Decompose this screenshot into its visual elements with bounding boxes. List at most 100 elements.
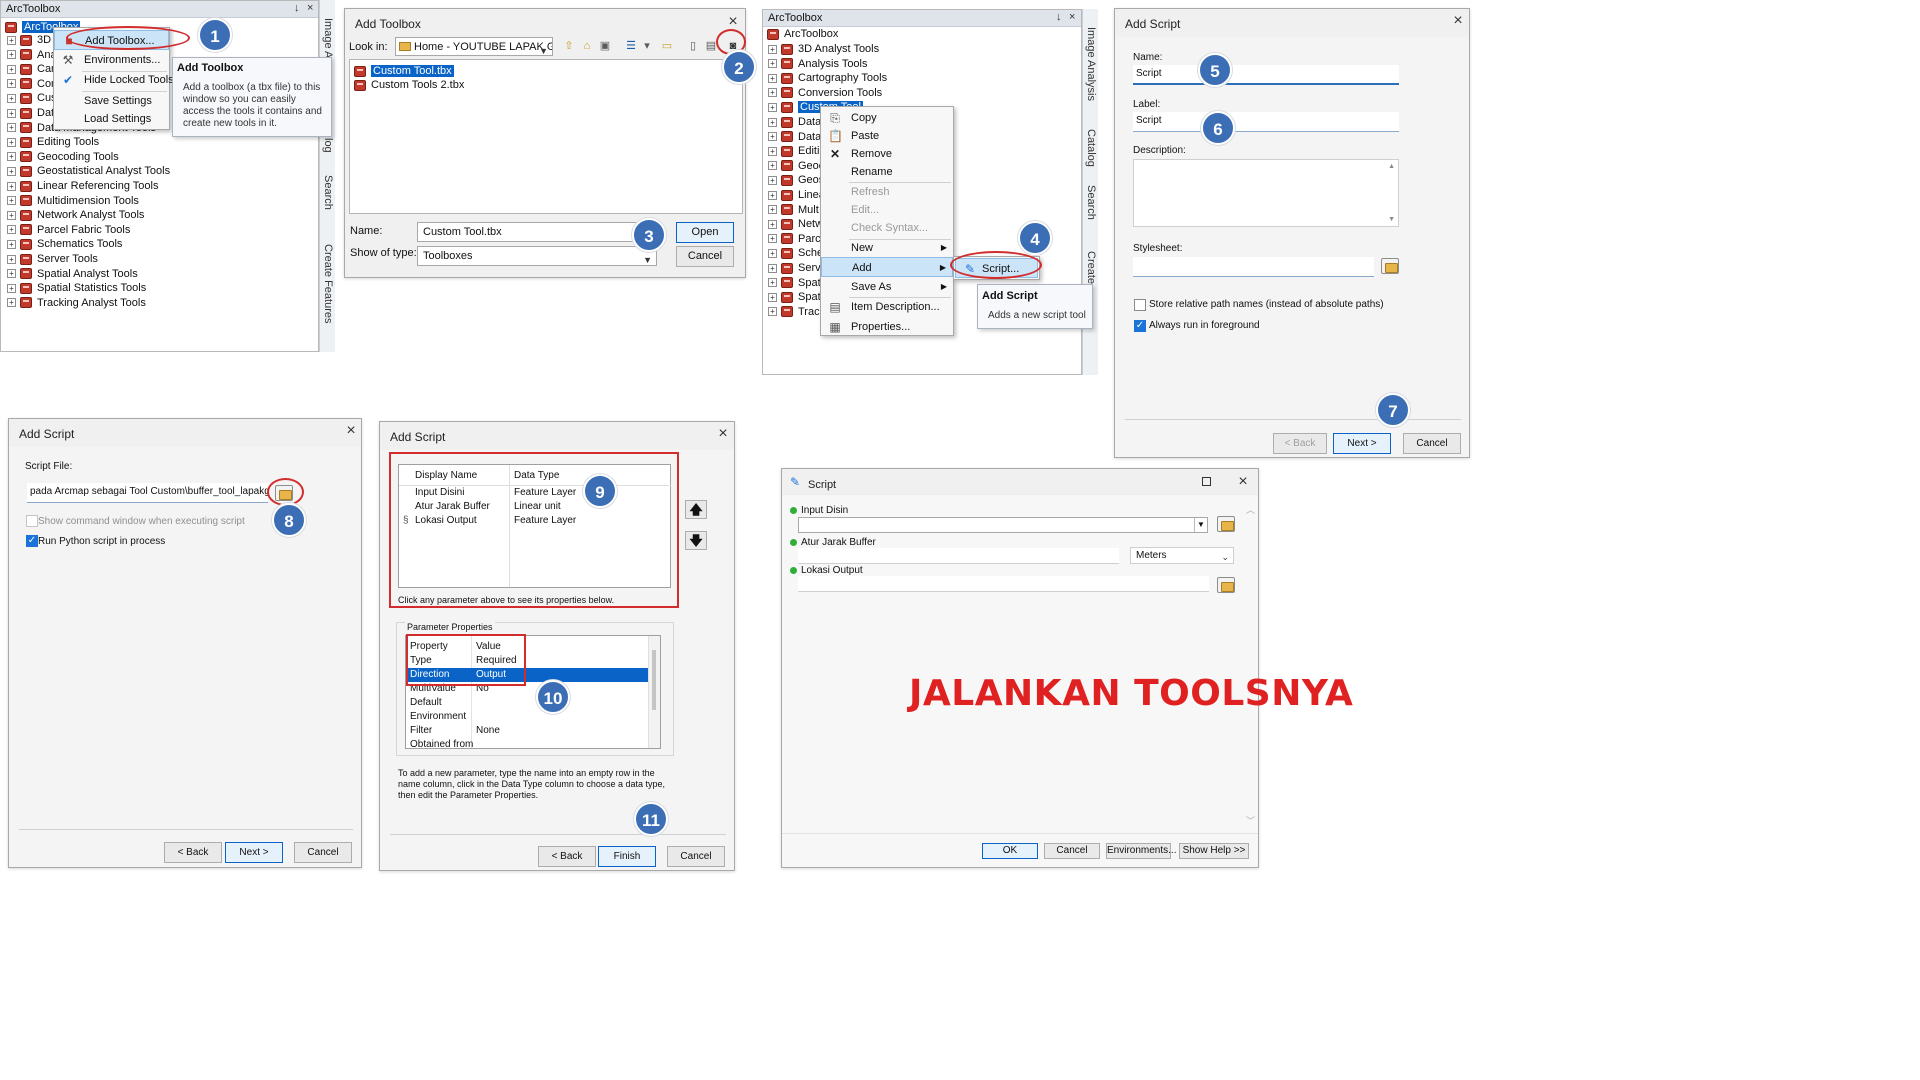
tab-create[interactable]: Create: [1085, 251, 1097, 284]
menu-new[interactable]: New ▶: [821, 238, 953, 258]
expand-icon[interactable]: +: [7, 196, 16, 206]
tab-image-analysis[interactable]: Image Analysis: [1085, 27, 1097, 101]
expand-icon[interactable]: +: [7, 239, 16, 249]
properties-scrollbar[interactable]: [648, 636, 660, 748]
close-icon[interactable]: ×: [307, 2, 313, 14]
expand-icon[interactable]: +: [7, 210, 16, 220]
expand-icon[interactable]: +: [768, 117, 777, 127]
close-icon[interactable]: ×: [714, 425, 732, 443]
expand-icon[interactable]: +: [768, 132, 777, 142]
expand-icon[interactable]: +: [768, 205, 777, 215]
expand-icon[interactable]: +: [7, 108, 16, 118]
expand-icon[interactable]: +: [768, 190, 777, 200]
back-button[interactable]: < Back: [1273, 433, 1327, 454]
output-location-input[interactable]: [798, 576, 1209, 592]
tab-search[interactable]: Search: [322, 175, 334, 210]
expand-icon[interactable]: +: [7, 79, 16, 89]
expand-icon[interactable]: +: [7, 225, 16, 235]
delete-icon[interactable]: ▯: [685, 39, 701, 53]
expand-icon[interactable]: +: [7, 35, 16, 45]
new-folder-icon[interactable]: ▭: [659, 39, 675, 53]
scroll-down-icon[interactable]: ▼: [1388, 216, 1395, 223]
expand-icon[interactable]: +: [7, 152, 16, 162]
menu-hide-locked-tools[interactable]: ✔ Hide Locked Tools: [54, 70, 174, 90]
menu-paste[interactable]: 📋 Paste: [821, 126, 953, 146]
expand-icon[interactable]: +: [768, 278, 777, 288]
expand-icon[interactable]: +: [768, 161, 777, 171]
expand-icon[interactable]: +: [768, 44, 777, 54]
script-file-input[interactable]: pada Arcmap sebagai Tool Custom\buffer_t…: [27, 483, 268, 503]
menu-load-settings[interactable]: Load Settings: [54, 109, 169, 129]
menu-properties[interactable]: ▦ Properties...: [821, 317, 953, 337]
dialog-scrollbar[interactable]: ︿ ﹀: [1245, 501, 1257, 829]
home-icon[interactable]: ⌂: [579, 39, 595, 53]
scroll-down-icon[interactable]: ﹀: [1246, 814, 1255, 827]
expand-icon[interactable]: +: [768, 73, 777, 83]
expand-icon[interactable]: +: [768, 307, 777, 317]
browse-folder-icon[interactable]: [1381, 258, 1399, 274]
pin-icon[interactable]: ↓: [1056, 11, 1062, 23]
menu-environments[interactable]: ⚒ Environments...: [54, 50, 169, 70]
expand-icon[interactable]: +: [768, 263, 777, 273]
name-input[interactable]: Custom Tool.tbx: [417, 222, 657, 242]
input-layer-dropdown[interactable]: ▼: [798, 517, 1208, 533]
look-in-dropdown[interactable]: Home - YOUTUBE LAPAK GIS\Me ▼: [395, 37, 553, 56]
cancel-button[interactable]: Cancel: [667, 846, 725, 867]
file-item[interactable]: Custom Tools 2.tbx: [354, 76, 464, 94]
open-button[interactable]: Open: [676, 222, 734, 243]
foreground-checkbox[interactable]: ✓: [1134, 320, 1146, 332]
next-button[interactable]: Next >: [225, 842, 283, 863]
property-value[interactable]: None: [476, 724, 500, 738]
expand-icon[interactable]: +: [7, 64, 16, 74]
pin-icon[interactable]: ↓: [294, 2, 300, 14]
property-name[interactable]: Default: [410, 696, 442, 710]
expand-icon[interactable]: +: [768, 234, 777, 244]
tab-image-analysis[interactable]: Image A: [322, 18, 334, 58]
menu-save-settings[interactable]: Save Settings: [54, 91, 169, 111]
expand-icon[interactable]: +: [7, 166, 16, 176]
expand-icon[interactable]: +: [768, 146, 777, 156]
expand-icon[interactable]: +: [7, 93, 16, 103]
menu-item-description[interactable]: ▤ Item Description...: [821, 297, 953, 317]
up-folder-icon[interactable]: ⇧: [561, 39, 577, 53]
expand-icon[interactable]: +: [7, 137, 16, 147]
expand-icon[interactable]: +: [7, 283, 16, 293]
expand-icon[interactable]: +: [768, 175, 777, 185]
label-input[interactable]: Script: [1133, 112, 1399, 132]
tab-catalog[interactable]: Catalog: [1085, 129, 1097, 167]
menu-copy[interactable]: ⎘ Copy: [821, 108, 953, 128]
toolbox-item[interactable]: + Tracking Analyst Tools: [7, 294, 146, 312]
expand-icon[interactable]: +: [7, 269, 16, 279]
close-icon[interactable]: ×: [1449, 12, 1467, 30]
list-view-icon[interactable]: ☰: [623, 39, 639, 53]
expand-icon[interactable]: +: [768, 248, 777, 258]
expand-icon[interactable]: +: [7, 254, 16, 264]
scroll-up-icon[interactable]: ︿: [1246, 503, 1255, 516]
cancel-button[interactable]: Cancel: [676, 246, 734, 267]
next-button[interactable]: Next >: [1333, 433, 1391, 454]
view-options-icon[interactable]: ▾: [639, 39, 655, 53]
finish-button[interactable]: Finish: [598, 846, 656, 867]
cancel-button[interactable]: Cancel: [294, 842, 352, 863]
relative-path-checkbox[interactable]: [1134, 299, 1146, 311]
expand-icon[interactable]: +: [768, 88, 777, 98]
stylesheet-input[interactable]: [1133, 257, 1374, 277]
browse-folder-icon[interactable]: [1217, 577, 1235, 593]
expand-icon[interactable]: +: [7, 123, 16, 133]
cancel-button[interactable]: Cancel: [1403, 433, 1461, 454]
command-window-checkbox[interactable]: [26, 515, 38, 527]
move-up-button[interactable]: 🡅: [685, 500, 707, 519]
expand-icon[interactable]: +: [7, 181, 16, 191]
toolbox-item[interactable]: + Tracl: [768, 303, 822, 321]
move-down-button[interactable]: 🡇: [685, 531, 707, 550]
buffer-distance-input[interactable]: [798, 548, 1119, 564]
back-button[interactable]: < Back: [538, 846, 596, 867]
scroll-up-icon[interactable]: ▲: [1388, 163, 1395, 170]
unit-dropdown[interactable]: Meters ⌄: [1130, 547, 1234, 564]
connect-folder-icon[interactable]: ▣: [597, 39, 613, 53]
close-icon[interactable]: ×: [1069, 11, 1075, 23]
menu-remove[interactable]: ✕ Remove: [821, 144, 953, 164]
expand-icon[interactable]: +: [768, 59, 777, 69]
tab-create-features[interactable]: Create Features: [322, 244, 334, 323]
show-help-button[interactable]: Show Help >>: [1179, 843, 1249, 859]
